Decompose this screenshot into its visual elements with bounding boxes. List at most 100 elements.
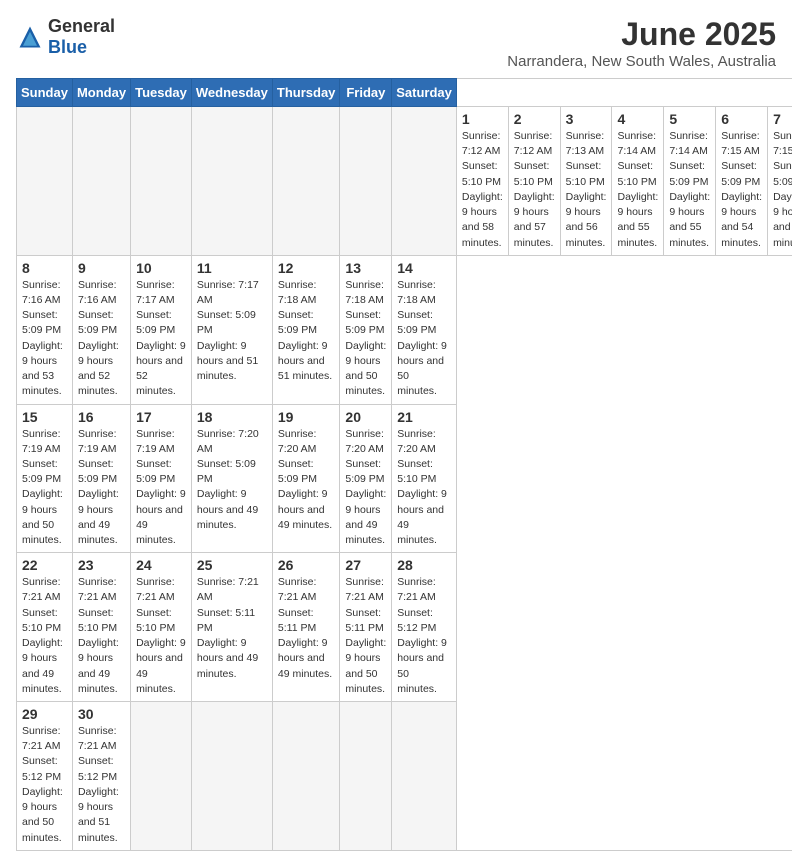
weekday-header: Sunday xyxy=(17,79,73,107)
day-info: Sunrise: 7:21 AMSunset: 5:12 PMDaylight:… xyxy=(22,724,67,846)
calendar-cell: 25 Sunrise: 7:21 AMSunset: 5:11 PMDayligh… xyxy=(191,553,272,702)
calendar-cell xyxy=(340,702,392,851)
day-info: Sunrise: 7:15 AMSunset: 5:09 PMDaylight:… xyxy=(721,129,762,251)
calendar-cell: 8 Sunrise: 7:16 AMSunset: 5:09 PMDaylight… xyxy=(17,255,73,404)
calendar-cell xyxy=(131,702,192,851)
calendar-cell: 18Sunrise: 7:20 AMSunset: 5:09 PMDayligh… xyxy=(191,404,272,553)
day-number: 23 xyxy=(78,557,125,573)
calendar-cell: 2Sunrise: 7:12 AMSunset: 5:10 PMDaylight… xyxy=(508,107,560,256)
month-title: June 2025 xyxy=(507,16,776,53)
day-number: 25 xyxy=(197,557,267,573)
calendar-cell xyxy=(17,107,73,256)
day-info: Sunrise: 7:21 AMSunset: 5:11 PMDaylight:… xyxy=(278,575,335,682)
day-info: Sunrise: 7:13 AMSunset: 5:10 PMDaylight:… xyxy=(566,129,607,251)
day-number: 20 xyxy=(345,409,386,425)
day-info: Sunrise: 7:14 AMSunset: 5:09 PMDaylight:… xyxy=(669,129,710,251)
calendar-week-row: 15 Sunrise: 7:19 AMSunset: 5:09 PMDayligh… xyxy=(17,404,792,553)
logo-blue: Blue xyxy=(48,37,87,57)
day-info: Sunrise: 7:21 AMSunset: 5:11 PMDaylight:… xyxy=(197,575,267,682)
day-number: 9 xyxy=(78,260,125,276)
calendar-cell xyxy=(191,702,272,851)
day-number: 14 xyxy=(397,260,451,276)
day-info: Sunrise: 7:16 AMSunset: 5:09 PMDaylight:… xyxy=(78,278,125,400)
day-info: Sunrise: 7:17 AMSunset: 5:09 PMDaylight:… xyxy=(197,278,267,385)
day-number: 16 xyxy=(78,409,125,425)
title-block: June 2025 Narrandera, New South Wales, A… xyxy=(507,16,776,70)
day-info: Sunrise: 7:18 AMSunset: 5:09 PMDaylight:… xyxy=(278,278,335,385)
calendar-cell: 17 Sunrise: 7:19 AMSunset: 5:09 PMDayligh… xyxy=(131,404,192,553)
day-number: 28 xyxy=(397,557,451,573)
day-number: 7 xyxy=(773,111,792,127)
calendar-cell xyxy=(340,107,392,256)
logo: General Blue xyxy=(16,16,115,58)
weekday-header: Friday xyxy=(340,79,392,107)
day-number: 19 xyxy=(278,409,335,425)
day-number: 27 xyxy=(345,557,386,573)
day-info: Sunrise: 7:21 AMSunset: 5:10 PMDaylight:… xyxy=(22,575,67,697)
calendar-cell: 13Sunrise: 7:18 AMSunset: 5:09 PMDayligh… xyxy=(340,255,392,404)
calendar-table: SundayMondayTuesdayWednesdayThursdayFrid… xyxy=(16,78,792,851)
calendar-cell: 19 Sunrise: 7:20 AMSunset: 5:09 PMDayligh… xyxy=(272,404,340,553)
day-info: Sunrise: 7:21 AMSunset: 5:10 PMDaylight:… xyxy=(78,575,125,697)
day-number: 17 xyxy=(136,409,186,425)
day-number: 24 xyxy=(136,557,186,573)
calendar-cell: 30Sunrise: 7:21 AMSunset: 5:12 PMDayligh… xyxy=(72,702,130,851)
day-number: 30 xyxy=(78,706,125,722)
logo-general: General xyxy=(48,16,115,36)
calendar-cell: 7 Sunrise: 7:15 AMSunset: 5:09 PMDaylight… xyxy=(768,107,792,256)
weekday-header: Monday xyxy=(72,79,130,107)
calendar-cell xyxy=(272,107,340,256)
day-info: Sunrise: 7:17 AMSunset: 5:09 PMDaylight:… xyxy=(136,278,186,400)
calendar-cell: 3 Sunrise: 7:13 AMSunset: 5:10 PMDaylight… xyxy=(560,107,612,256)
calendar-cell xyxy=(272,702,340,851)
calendar-cell: 22Sunrise: 7:21 AMSunset: 5:10 PMDayligh… xyxy=(17,553,73,702)
weekday-header: Thursday xyxy=(272,79,340,107)
logo-text: General Blue xyxy=(48,16,115,58)
day-info: Sunrise: 7:16 AMSunset: 5:09 PMDaylight:… xyxy=(22,278,67,400)
day-number: 12 xyxy=(278,260,335,276)
day-info: Sunrise: 7:21 AMSunset: 5:12 PMDaylight:… xyxy=(397,575,451,697)
calendar-cell: 6 Sunrise: 7:15 AMSunset: 5:09 PMDaylight… xyxy=(716,107,768,256)
day-info: Sunrise: 7:20 AMSunset: 5:09 PMDaylight:… xyxy=(278,427,335,534)
calendar-week-row: 8 Sunrise: 7:16 AMSunset: 5:09 PMDaylight… xyxy=(17,255,792,404)
calendar-cell: 20 Sunrise: 7:20 AMSunset: 5:09 PMDayligh… xyxy=(340,404,392,553)
calendar-cell: 14Sunrise: 7:18 AMSunset: 5:09 PMDayligh… xyxy=(392,255,457,404)
day-number: 5 xyxy=(669,111,710,127)
calendar-cell: 27Sunrise: 7:21 AMSunset: 5:11 PMDayligh… xyxy=(340,553,392,702)
day-info: Sunrise: 7:19 AMSunset: 5:09 PMDaylight:… xyxy=(78,427,125,549)
calendar-cell: 29 Sunrise: 7:21 AMSunset: 5:12 PMDayligh… xyxy=(17,702,73,851)
calendar-cell xyxy=(191,107,272,256)
calendar-cell: 12 Sunrise: 7:18 AMSunset: 5:09 PMDayligh… xyxy=(272,255,340,404)
logo-icon xyxy=(16,23,44,51)
day-info: Sunrise: 7:20 AMSunset: 5:10 PMDaylight:… xyxy=(397,427,451,549)
day-number: 10 xyxy=(136,260,186,276)
day-number: 6 xyxy=(721,111,762,127)
day-number: 11 xyxy=(197,260,267,276)
day-info: Sunrise: 7:19 AMSunset: 5:09 PMDaylight:… xyxy=(136,427,186,549)
day-number: 29 xyxy=(22,706,67,722)
calendar-cell xyxy=(72,107,130,256)
calendar-week-row: 1 Sunrise: 7:12 AMSunset: 5:10 PMDaylight… xyxy=(17,107,792,256)
weekday-header: Tuesday xyxy=(131,79,192,107)
day-number: 3 xyxy=(566,111,607,127)
day-info: Sunrise: 7:15 AMSunset: 5:09 PMDaylight:… xyxy=(773,129,792,251)
day-number: 1 xyxy=(462,111,503,127)
calendar-cell xyxy=(131,107,192,256)
weekday-header: Saturday xyxy=(392,79,457,107)
calendar-cell: 16 Sunrise: 7:19 AMSunset: 5:09 PMDayligh… xyxy=(72,404,130,553)
day-info: Sunrise: 7:19 AMSunset: 5:09 PMDaylight:… xyxy=(22,427,67,549)
calendar-cell: 10 Sunrise: 7:17 AMSunset: 5:09 PMDayligh… xyxy=(131,255,192,404)
day-number: 21 xyxy=(397,409,451,425)
calendar-cell xyxy=(392,702,457,851)
day-info: Sunrise: 7:14 AMSunset: 5:10 PMDaylight:… xyxy=(617,129,658,251)
day-number: 8 xyxy=(22,260,67,276)
day-info: Sunrise: 7:20 AMSunset: 5:09 PMDaylight:… xyxy=(345,427,386,549)
day-info: Sunrise: 7:12 AMSunset: 5:10 PMDaylight:… xyxy=(462,129,503,251)
calendar-week-row: 22Sunrise: 7:21 AMSunset: 5:10 PMDayligh… xyxy=(17,553,792,702)
weekday-header-row: SundayMondayTuesdayWednesdayThursdayFrid… xyxy=(17,79,792,107)
day-number: 15 xyxy=(22,409,67,425)
calendar-cell: 9 Sunrise: 7:16 AMSunset: 5:09 PMDaylight… xyxy=(72,255,130,404)
day-number: 13 xyxy=(345,260,386,276)
calendar-cell: 26Sunrise: 7:21 AMSunset: 5:11 PMDayligh… xyxy=(272,553,340,702)
day-number: 4 xyxy=(617,111,658,127)
